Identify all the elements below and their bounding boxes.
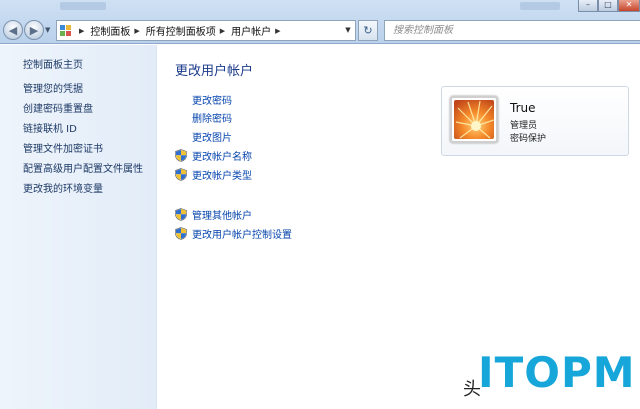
sidebar-task-list: 管理您的凭据 创建密码重置盘 链接联机 ID 管理文件加密证书 配置高级用户配置…	[23, 84, 143, 204]
refresh-button[interactable]: ↻	[358, 20, 378, 41]
uac-settings-link[interactable]: 更改用户帐户控制设置	[175, 226, 292, 241]
user-picture[interactable]	[450, 96, 498, 143]
navigation-bar: – □ ✕ ◀ ▶ ▼ ▶ 控制面板 ▶ 所有控制面板项 ▶ 用户帐户 ▶ ▼ ↻ 搜…	[0, 0, 640, 44]
sidebar-home-link[interactable]: 控制面板主页	[23, 56, 83, 71]
refresh-icon: ↻	[363, 24, 373, 37]
action-label: 更改帐户类型	[192, 170, 252, 182]
change-account-type-link[interactable]: 更改帐户类型	[175, 167, 252, 182]
title-ghost	[520, 2, 560, 10]
account-card: True 管理员 密码保护	[441, 86, 629, 156]
title-ghost	[60, 2, 106, 10]
action-label: 更改帐户名称	[192, 151, 252, 163]
recent-pages-dropdown[interactable]: ▼	[45, 26, 50, 34]
sidebar-item-manage-credentials[interactable]: 管理您的凭据	[23, 84, 143, 104]
watermark-logo: ITOPM	[478, 348, 636, 397]
action-label: 更改密码	[192, 95, 232, 107]
maximize-button[interactable]: □	[598, 0, 618, 12]
sidebar-item-environment-variables[interactable]: 更改我的环境变量	[23, 184, 143, 204]
minimize-button[interactable]: –	[578, 0, 598, 12]
sidebar: 控制面板主页 管理您的凭据 创建密码重置盘 链接联机 ID 管理文件加密证书 配…	[0, 45, 157, 409]
search-input[interactable]: 搜索控制面板	[384, 20, 640, 41]
breadcrumb-label: 所有控制面板项	[145, 27, 216, 38]
sidebar-item-advanced-profile[interactable]: 配置高级用户配置文件属性	[23, 164, 143, 184]
sidebar-item-password-reset-disk[interactable]: 创建密码重置盘	[23, 104, 143, 124]
uac-shield-icon	[175, 167, 187, 181]
sidebar-item-encryption-certificates[interactable]: 管理文件加密证书	[23, 144, 143, 164]
account-password-status: 密码保护	[510, 134, 547, 144]
change-picture-link[interactable]: 更改图片	[175, 129, 232, 144]
remove-password-link[interactable]: 删除密码	[175, 110, 232, 125]
action-label: 管理其他帐户	[192, 210, 252, 222]
breadcrumb-separator[interactable]: ▶	[75, 27, 90, 35]
action-label: 更改用户帐户控制设置	[192, 229, 292, 241]
control-panel-icon	[57, 21, 75, 40]
sidebar-item-link-online-id[interactable]: 链接联机 ID	[23, 124, 143, 144]
account-name: True	[510, 101, 536, 115]
back-arrow-icon: ◀	[8, 23, 18, 37]
change-account-name-link[interactable]: 更改帐户名称	[175, 148, 252, 163]
breadcrumb-all-items[interactable]: 所有控制面板项 ▶	[145, 23, 231, 39]
uac-shield-icon	[175, 207, 187, 221]
breadcrumb-label: 控制面板	[90, 27, 131, 38]
title-strip: – □ ✕	[0, 0, 640, 14]
back-button[interactable]: ◀	[3, 20, 23, 40]
breadcrumb-control-panel[interactable]: 控制面板 ▶	[90, 23, 145, 39]
action-label: 删除密码	[192, 113, 232, 125]
window-controls: – □ ✕	[578, 0, 640, 12]
flower-user-picture	[454, 100, 494, 139]
action-label: 更改图片	[192, 132, 232, 144]
change-password-link[interactable]: 更改密码	[175, 92, 232, 107]
forward-arrow-icon: ▶	[29, 23, 39, 37]
forward-button[interactable]: ▶	[24, 20, 44, 40]
page-title: 更改用户帐户	[175, 64, 254, 79]
account-role: 管理员	[510, 121, 538, 131]
uac-shield-icon	[175, 226, 187, 240]
close-button[interactable]: ✕	[618, 0, 640, 12]
address-history-dropdown[interactable]: ▼	[341, 21, 355, 40]
breadcrumb-label: 用户帐户	[231, 27, 272, 38]
breadcrumb-user-accounts[interactable]: 用户帐户 ▶	[231, 23, 286, 39]
uac-shield-icon	[175, 148, 187, 162]
manage-other-accounts-link[interactable]: 管理其他帐户	[175, 207, 252, 222]
address-bar[interactable]: ▶ 控制面板 ▶ 所有控制面板项 ▶ 用户帐户 ▶ ▼	[56, 20, 356, 41]
